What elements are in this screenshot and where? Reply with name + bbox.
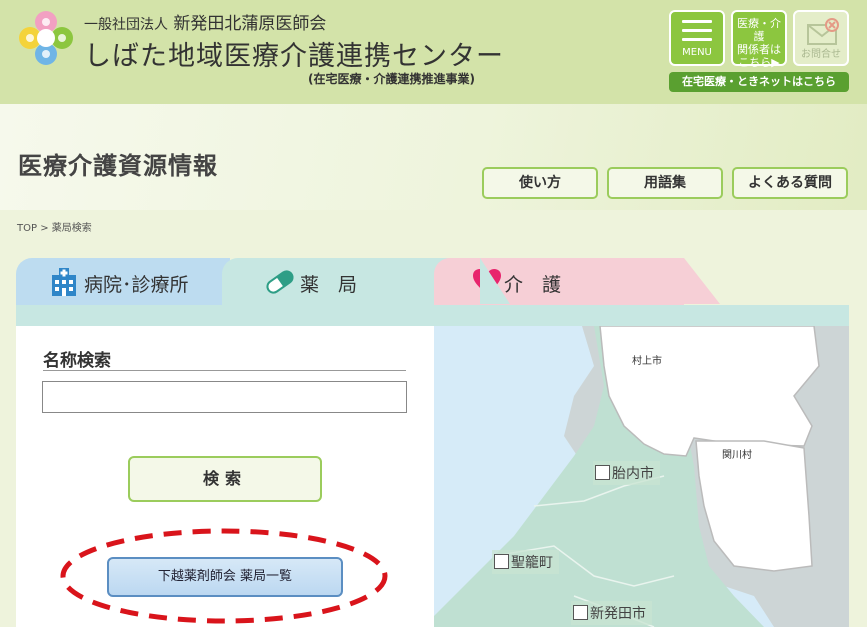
seiro-checkbox[interactable] [494, 554, 509, 569]
tab-content-strip [16, 305, 849, 326]
murakami-label: 村上市 [632, 356, 662, 367]
name-search-label: 名称検索 [43, 351, 111, 371]
area-shibata[interactable]: 新発田市 [571, 601, 652, 625]
name-search-input[interactable] [42, 381, 407, 413]
area-seiro[interactable]: 聖籠町 [492, 550, 559, 574]
pharmacy-list-button[interactable]: 下越薬剤師会 薬局一覧 [107, 557, 343, 597]
seiro-label: 聖籠町 [511, 555, 553, 571]
area-tainai[interactable]: 胎内市 [593, 461, 660, 485]
sekikawa-label: 関川村 [722, 450, 752, 461]
tainai-checkbox[interactable] [595, 465, 610, 480]
divider [43, 370, 406, 371]
shibata-label: 新発田市 [590, 606, 646, 622]
search-button[interactable]: 検索 [128, 456, 322, 502]
tainai-label: 胎内市 [612, 466, 654, 482]
shibata-checkbox[interactable] [573, 605, 588, 620]
